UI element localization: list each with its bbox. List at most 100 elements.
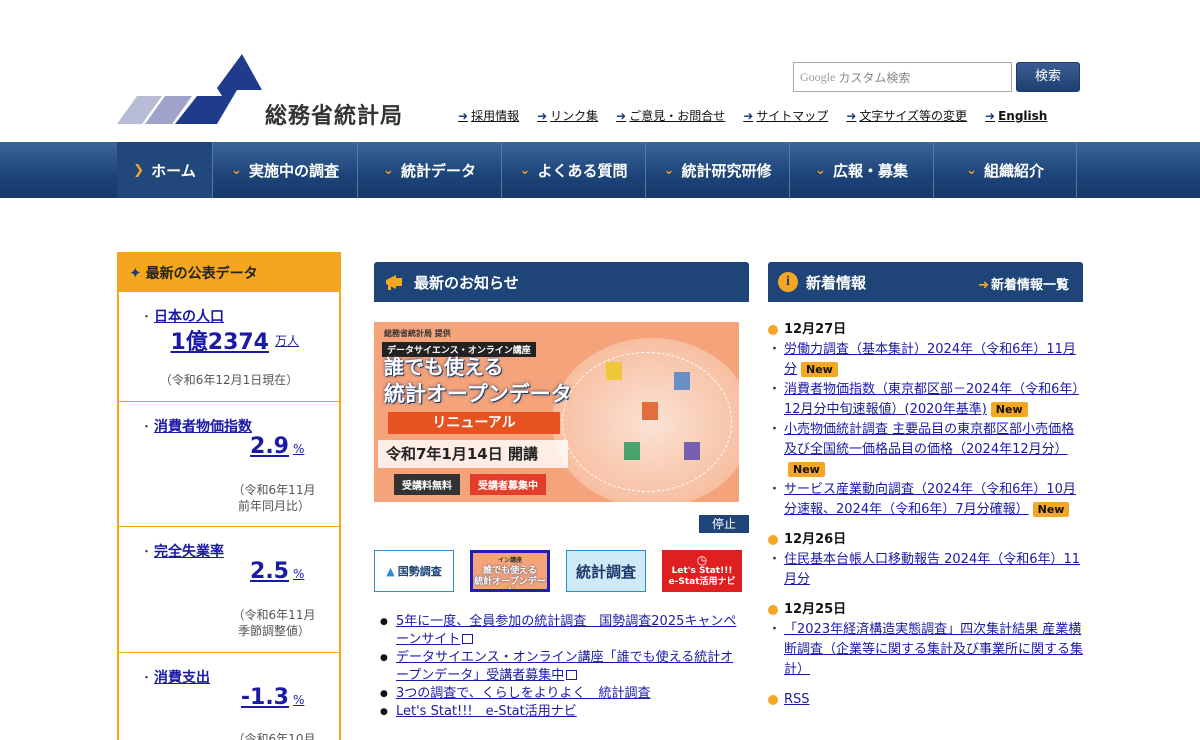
banner-date: 令和7年1月14日 開講	[378, 440, 568, 468]
site-header: 総務省統計局 Google カスタム検索 検索 ➜ 採用情報 ➜ リンク集 ➜ ご意見…	[0, 0, 1200, 142]
building-icon	[642, 402, 658, 420]
toplink-label: ご意見・お問合せ	[629, 109, 726, 123]
nav-training[interactable]: ⌄ 統計研究研修	[646, 142, 790, 198]
news-item: 労働力調査（基本集計）2024年（令和6年）11月分New	[768, 340, 1083, 380]
thumb-label: 統計調査	[575, 562, 636, 581]
thumb-statistical-survey[interactable]: 統計調査	[566, 550, 646, 592]
stat-note: （令和6年10月	[232, 732, 316, 740]
nav-home[interactable]: ❯ ホーム	[117, 142, 213, 198]
thumb-label: 国勢調査	[397, 565, 442, 578]
banner-heading-2: 統計オープンデータ	[384, 382, 572, 406]
nav-label: 広報・募集	[832, 161, 908, 180]
carousel-stop-button[interactable]: 停止	[699, 515, 749, 533]
stat-value[interactable]: 1億2374	[159, 324, 269, 356]
rss-link[interactable]: RSS	[768, 690, 1083, 710]
latest-data-title: 最新の公表データ	[145, 266, 258, 282]
toplink-english[interactable]: ➜ English	[985, 107, 1047, 124]
banner-provider: 総務省統計局 提供	[384, 329, 451, 338]
stat-unit[interactable]: %	[293, 442, 304, 456]
whats-new-list: 12月27日 労働力調査（基本集計）2024年（令和6年）11月分New 消費者…	[768, 320, 1083, 710]
stat-population: ・ 日本の人口 1億2374 万人 （令和6年12月1日現在）	[119, 292, 339, 402]
list-item: データサイエンス・オンライン講座「誰でも使える統計オープンデータ」受講者募集中	[380, 649, 746, 685]
thumb-census[interactable]: ▲ 国勢調査	[374, 550, 454, 592]
news-item: 消費者物価指数（東京都区部－2024年（令和6年）12月分中旬速報値）(2020…	[768, 380, 1083, 420]
toplink-label: English	[998, 108, 1048, 123]
nav-statistics[interactable]: ⌄ 統計データ	[358, 142, 502, 198]
chevron-down-icon: ⌄	[383, 162, 394, 178]
census-logo-icon: ▲	[386, 564, 395, 578]
nav-pr[interactable]: ⌄ 広報・募集	[790, 142, 934, 198]
stat-value[interactable]: -1.3	[199, 685, 289, 710]
site-logo[interactable]: 総務省統計局	[117, 54, 417, 129]
toplink-recruit[interactable]: ➜ 採用情報	[458, 107, 519, 124]
toplink-label: 文字サイズ等の変更	[859, 109, 968, 123]
chevron-down-icon: ⌄	[966, 162, 977, 178]
search-placeholder: カスタム検索	[838, 70, 911, 85]
search-input[interactable]: Google カスタム検索	[793, 62, 1012, 92]
bullet: ・	[141, 420, 152, 433]
notice-link[interactable]: Let's Stat!!! e-Stat活用ナビ	[396, 704, 577, 719]
arrow-right-icon: ➜	[616, 108, 627, 123]
whats-new-list-link[interactable]: ➜ 新着情報一覧	[978, 274, 1069, 293]
notice-link[interactable]: データサイエンス・オンライン講座「誰でも使える統計オープンデータ」受講者募集中	[396, 650, 733, 683]
banner-free: 受講料無料	[394, 474, 460, 495]
toplink-label: リンク集	[550, 109, 599, 123]
nav-label: 実施中の調査	[248, 161, 339, 180]
more-label: 新着情報一覧	[990, 278, 1069, 293]
toplink-links[interactable]: ➜ リンク集	[537, 107, 598, 124]
banner-recruiting: 受講者募集中	[470, 474, 546, 495]
stat-label[interactable]: 消費支出	[154, 667, 210, 687]
search-button[interactable]: 検索	[1016, 62, 1080, 92]
thumb-label: データサイエンス・オンライン講座 誰でも使える 統計オープンデータ	[474, 556, 546, 590]
stat-label[interactable]: 完全失業率	[154, 541, 224, 561]
nav-organization[interactable]: ⌄ 組織紹介	[934, 142, 1077, 198]
date-bullet-icon	[768, 605, 778, 615]
stat-note: （令和6年11月	[232, 483, 316, 497]
clock-icon: ◷	[696, 552, 708, 567]
chevron-down-icon: ⌄	[519, 162, 531, 178]
thumb-lets-stat[interactable]: ◷ Let's Stat!!! e-Stat活用ナビ	[662, 550, 742, 592]
stat-unit[interactable]: %	[293, 693, 304, 707]
stat-unemployment: ・ 完全失業率 2.5 % （令和6年11月 季節調整値）	[119, 527, 339, 653]
whats-new-header: i 新着情報 ➜ 新着情報一覧	[768, 262, 1083, 302]
stat-value[interactable]: 2.5	[199, 559, 289, 584]
news-item: 住民基本台帳人口移動報告 2024年（令和6年）11月分	[768, 550, 1083, 590]
stat-unit[interactable]: 万人	[275, 332, 299, 349]
toplink-sitemap[interactable]: ➜ サイトマップ	[743, 107, 828, 124]
toplink-label: サイトマップ	[756, 109, 829, 123]
toplink-text-size[interactable]: ➜ 文字サイズ等の変更	[846, 107, 967, 124]
nav-label: 組織紹介	[983, 161, 1044, 180]
news-item: サービス産業動向調査（2024年（令和6年）10月分速報、2024年（令和6年）…	[768, 480, 1083, 520]
toplink-contact[interactable]: ➜ ご意見・お問合せ	[616, 107, 725, 124]
stat-unit[interactable]: %	[293, 567, 304, 581]
google-logo: Google	[800, 69, 836, 84]
bullet: ・	[141, 310, 152, 323]
notice-link[interactable]: 5年に一度、全員参加の統計調査 国勢調査2025キャンペーンサイト	[396, 614, 736, 647]
stat-consumption: ・ 消費支出 -1.3 % （令和6年10月	[119, 653, 339, 740]
stat-label[interactable]: 日本の人口	[154, 306, 224, 326]
chevron-down-icon: ⌄	[815, 162, 826, 178]
stat-value[interactable]: 2.9	[199, 434, 289, 459]
nav-faq[interactable]: ⌄ よくある質問	[502, 142, 646, 198]
thumb-open-data[interactable]: データサイエンス・オンライン講座 誰でも使える 統計オープンデータ	[470, 550, 550, 592]
promo-banner[interactable]: 総務省統計局 提供 データサイエンス・オンライン講座 誰でも使える 統計オープン…	[374, 322, 739, 502]
notice-header: 最新のお知らせ	[374, 262, 749, 302]
stat-label[interactable]: 消費者物価指数	[154, 416, 252, 436]
rss-icon	[768, 695, 778, 705]
new-badge: New	[801, 362, 838, 377]
nav-surveys[interactable]: ⌄ 実施中の調査	[213, 142, 358, 198]
news-link[interactable]: 小売物価統計調査 主要品目の東京都区部小売価格及び全国統一価格品目の価格（202…	[784, 422, 1074, 457]
banner-renewal: リニューアル	[388, 412, 560, 434]
building-icon	[674, 372, 690, 390]
news-link[interactable]: 「2023年経済構造実態調査」四次集計結果 産業横断調査（企業等に関する集計及び…	[784, 622, 1083, 677]
news-link[interactable]: 消費者物価指数（東京都区部－2024年（令和6年）12月分中旬速報値）(2020…	[784, 382, 1079, 417]
external-link-icon	[566, 670, 578, 680]
date-bullet-icon	[768, 535, 778, 545]
logo-mark-icon	[117, 54, 262, 126]
notice-link[interactable]: 3つの調査で、くらしをよりよく 統計調査	[396, 686, 651, 701]
chevron-down-icon: ⌄	[231, 162, 242, 178]
news-link[interactable]: 住民基本台帳人口移動報告 2024年（令和6年）11月分	[784, 552, 1080, 587]
stat-note: 前年同月比）	[237, 499, 310, 513]
bullet: ・	[141, 671, 152, 684]
bullet: ・	[141, 545, 152, 558]
